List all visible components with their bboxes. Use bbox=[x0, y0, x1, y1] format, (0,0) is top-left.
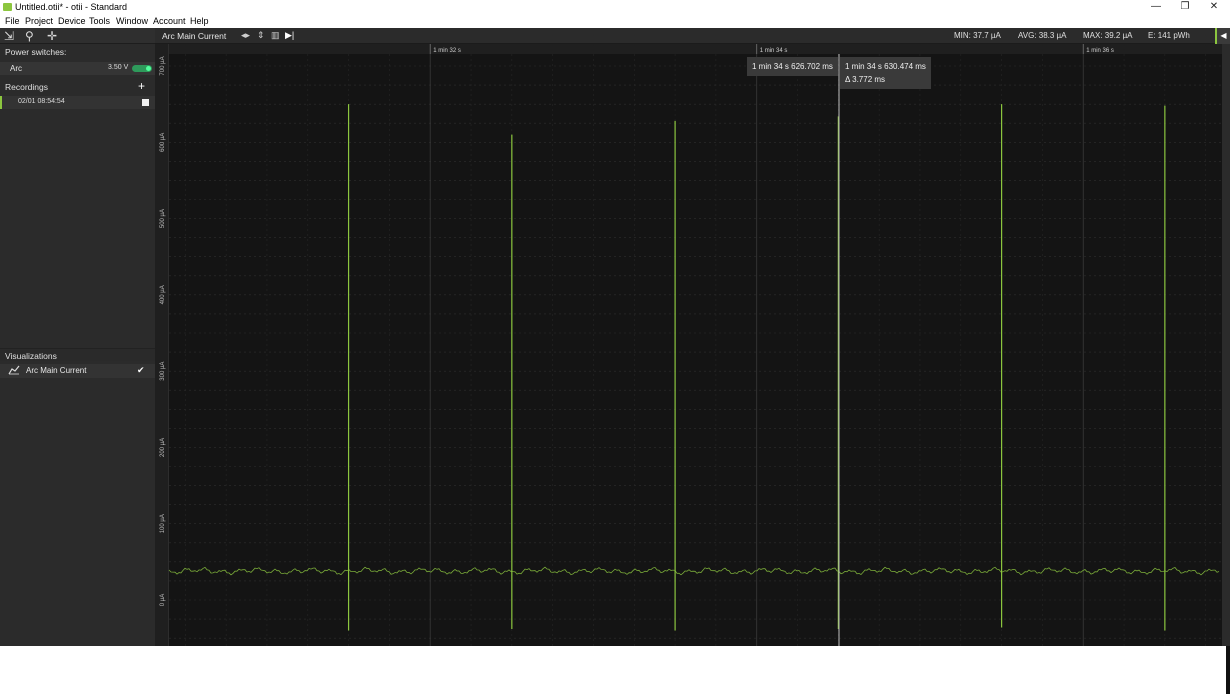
power-switch-row: Arc 3.50 V bbox=[0, 62, 155, 75]
graph-title: Arc Main Current bbox=[162, 31, 227, 41]
add-recording-button[interactable]: + bbox=[138, 79, 145, 93]
avg-stat: AVG: 38.3 µA bbox=[1018, 31, 1067, 40]
title-bar: Untitled.otii* - otii - Standard — ❐ ✕ bbox=[0, 0, 1230, 14]
max-stat: MAX: 39.2 µA bbox=[1083, 31, 1133, 40]
current-trace bbox=[168, 566, 1220, 576]
cursor-1-tooltip: 1 min 34 s 626.702 ms bbox=[747, 57, 838, 76]
checkmark-icon[interactable]: ✔ bbox=[137, 365, 145, 376]
fit-horizontal-icon[interactable]: ◂▸ bbox=[241, 30, 250, 41]
menu-help[interactable]: Help bbox=[190, 16, 209, 26]
recordings-header: Recordings + bbox=[0, 79, 155, 93]
y-tick-label: 100 µA bbox=[160, 514, 166, 533]
y-tick-label: 0 µA bbox=[160, 594, 166, 606]
maximize-button[interactable]: ❐ bbox=[1175, 1, 1195, 12]
menu-bar: File Project Device Tools Window Account… bbox=[0, 14, 1230, 28]
x-tick-label: 1 min 34 s bbox=[760, 48, 788, 54]
line-chart-icon bbox=[8, 365, 20, 378]
recording-label: 02/01 08:54:54 bbox=[18, 98, 65, 105]
zoom-tool-icon[interactable]: ⚲ bbox=[25, 29, 34, 43]
visualization-label: Arc Main Current bbox=[26, 366, 87, 375]
app-logo-icon bbox=[3, 3, 12, 11]
y-tick-label: 300 µA bbox=[160, 362, 166, 381]
recording-item[interactable]: 02/01 08:54:54 bbox=[0, 96, 155, 109]
visualization-item[interactable]: Arc Main Current ✔ bbox=[0, 364, 155, 378]
cursor-1-time: 1 min 34 s 626.702 ms bbox=[752, 62, 833, 71]
power-switch-voltage[interactable]: 3.50 V bbox=[108, 64, 128, 71]
y-tick-label: 400 µA bbox=[160, 285, 166, 304]
y-tick-label: 500 µA bbox=[160, 209, 166, 228]
y-tick-label: 200 µA bbox=[160, 438, 166, 457]
menu-window[interactable]: Window bbox=[116, 16, 148, 26]
power-switches-title: Power switches: bbox=[5, 47, 67, 57]
chart-area[interactable]: 0 µA 100 µA 200 µA 300 µA 400 µA 500 µA 600 µA… bbox=[155, 44, 1230, 646]
columns-icon[interactable]: ▥ bbox=[271, 30, 280, 41]
pan-tool-icon[interactable]: ✛ bbox=[47, 29, 57, 43]
bottom-panel bbox=[0, 646, 1230, 694]
cursor-2-time: 1 min 34 s 630.474 ms bbox=[845, 62, 926, 71]
window-edge bbox=[1226, 646, 1230, 694]
graph-toolbar: Arc Main Current ◂▸ ⇕ ▥ ▶| MIN: 37.7 µA … bbox=[155, 28, 1230, 44]
sidebar: ⇲ ⚲ ✛ Power switches: Arc 3.50 V Recordi… bbox=[0, 28, 155, 646]
menu-tools[interactable]: Tools bbox=[89, 16, 110, 26]
recordings-title: Recordings bbox=[5, 82, 48, 92]
min-stat: MIN: 37.7 µA bbox=[954, 31, 1001, 40]
power-switch-toggle[interactable] bbox=[132, 65, 152, 72]
recording-checkbox[interactable] bbox=[142, 99, 149, 106]
menu-device[interactable]: Device bbox=[58, 16, 86, 26]
otii-window: Untitled.otii* - otii - Standard — ❐ ✕ F… bbox=[0, 0, 1230, 694]
sidebar-toolbar: ⇲ ⚲ ✛ bbox=[0, 28, 155, 44]
close-button[interactable]: ✕ bbox=[1204, 1, 1224, 12]
play-icon[interactable]: ▶| bbox=[285, 30, 294, 41]
current-chart[interactable]: 0 µA 100 µA 200 µA 300 µA 400 µA 500 µA 600 µA… bbox=[155, 44, 1230, 646]
collapse-panel-button[interactable]: ◀ bbox=[1215, 28, 1230, 44]
energy-stat: E: 141 pWh bbox=[1148, 31, 1190, 40]
minimize-button[interactable]: — bbox=[1146, 1, 1166, 12]
visualizations-title: Visualizations bbox=[5, 351, 57, 361]
cursor-2-tooltip: 1 min 34 s 630.474 ms Δ 3.772 ms bbox=[840, 57, 931, 89]
menu-account[interactable]: Account bbox=[153, 16, 186, 26]
menu-project[interactable]: Project bbox=[25, 16, 53, 26]
cursor-delta: Δ 3.772 ms bbox=[845, 75, 886, 84]
x-tick-label: 1 min 36 s bbox=[1086, 48, 1114, 54]
power-switch-label: Arc bbox=[10, 64, 22, 73]
menu-file[interactable]: File bbox=[5, 16, 20, 26]
visualizations-header: Visualizations bbox=[0, 348, 155, 361]
fit-vertical-icon[interactable]: ⇕ bbox=[257, 30, 265, 41]
y-tick-label: 600 µA bbox=[160, 133, 166, 152]
y-tick-label: 700 µA bbox=[160, 56, 166, 75]
x-tick-label: 1 min 32 s bbox=[433, 48, 461, 54]
window-title: Untitled.otii* - otii - Standard bbox=[15, 2, 128, 12]
select-tool-icon[interactable]: ⇲ bbox=[4, 29, 14, 43]
